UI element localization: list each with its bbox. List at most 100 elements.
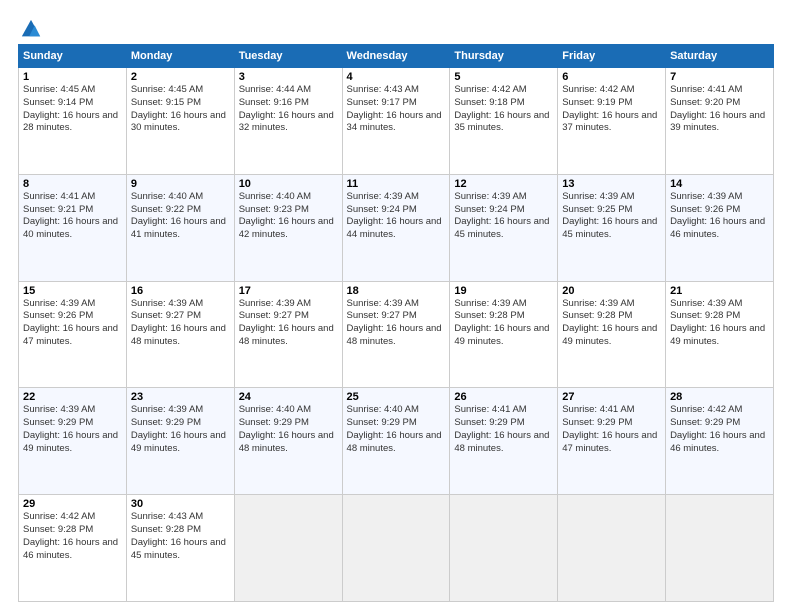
day-number: 1 xyxy=(23,71,122,83)
sunrise-label: Sunrise: 4:40 AM xyxy=(131,191,203,202)
day-number: 6 xyxy=(562,71,661,83)
weekday-header-friday: Friday xyxy=(558,45,666,68)
sunset-label: Sunset: 9:28 PM xyxy=(454,310,524,321)
day-info: Sunrise: 4:40 AM Sunset: 9:23 PM Dayligh… xyxy=(239,191,338,242)
daylight-label: Daylight: 16 hours and 32 minutes. xyxy=(239,110,334,134)
daylight-label: Daylight: 16 hours and 48 minutes. xyxy=(239,430,334,454)
calendar-day-cell xyxy=(450,495,558,602)
day-number: 11 xyxy=(347,178,446,190)
day-info: Sunrise: 4:39 AM Sunset: 9:28 PM Dayligh… xyxy=(454,298,553,349)
day-info: Sunrise: 4:41 AM Sunset: 9:21 PM Dayligh… xyxy=(23,191,122,242)
day-number: 29 xyxy=(23,498,122,510)
day-number: 5 xyxy=(454,71,553,83)
calendar-day-cell xyxy=(342,495,450,602)
day-info: Sunrise: 4:39 AM Sunset: 9:29 PM Dayligh… xyxy=(23,404,122,455)
calendar-day-cell: 12 Sunrise: 4:39 AM Sunset: 9:24 PM Dayl… xyxy=(450,174,558,281)
sunrise-label: Sunrise: 4:40 AM xyxy=(347,404,419,415)
sunrise-label: Sunrise: 4:39 AM xyxy=(347,191,419,202)
sunset-label: Sunset: 9:29 PM xyxy=(562,417,632,428)
day-number: 2 xyxy=(131,71,230,83)
calendar-day-cell: 18 Sunrise: 4:39 AM Sunset: 9:27 PM Dayl… xyxy=(342,281,450,388)
calendar-day-cell: 9 Sunrise: 4:40 AM Sunset: 9:22 PM Dayli… xyxy=(126,174,234,281)
day-info: Sunrise: 4:42 AM Sunset: 9:18 PM Dayligh… xyxy=(454,84,553,135)
day-number: 30 xyxy=(131,498,230,510)
calendar-day-cell xyxy=(666,495,774,602)
day-info: Sunrise: 4:39 AM Sunset: 9:28 PM Dayligh… xyxy=(670,298,769,349)
day-number: 28 xyxy=(670,391,769,403)
sunset-label: Sunset: 9:29 PM xyxy=(454,417,524,428)
sunrise-label: Sunrise: 4:40 AM xyxy=(239,404,311,415)
sunset-label: Sunset: 9:18 PM xyxy=(454,97,524,108)
daylight-label: Daylight: 16 hours and 49 minutes. xyxy=(23,430,118,454)
day-info: Sunrise: 4:40 AM Sunset: 9:29 PM Dayligh… xyxy=(347,404,446,455)
weekday-header-wednesday: Wednesday xyxy=(342,45,450,68)
sunrise-label: Sunrise: 4:39 AM xyxy=(562,298,634,309)
day-number: 25 xyxy=(347,391,446,403)
sunrise-label: Sunrise: 4:43 AM xyxy=(347,84,419,95)
daylight-label: Daylight: 16 hours and 46 minutes. xyxy=(670,216,765,240)
sunset-label: Sunset: 9:29 PM xyxy=(239,417,309,428)
day-info: Sunrise: 4:39 AM Sunset: 9:24 PM Dayligh… xyxy=(454,191,553,242)
sunrise-label: Sunrise: 4:41 AM xyxy=(670,84,742,95)
day-number: 4 xyxy=(347,71,446,83)
daylight-label: Daylight: 16 hours and 48 minutes. xyxy=(454,430,549,454)
day-info: Sunrise: 4:40 AM Sunset: 9:29 PM Dayligh… xyxy=(239,404,338,455)
day-number: 13 xyxy=(562,178,661,190)
sunrise-label: Sunrise: 4:40 AM xyxy=(239,191,311,202)
daylight-label: Daylight: 16 hours and 49 minutes. xyxy=(454,323,549,347)
daylight-label: Daylight: 16 hours and 49 minutes. xyxy=(670,323,765,347)
weekday-header-sunday: Sunday xyxy=(19,45,127,68)
day-number: 8 xyxy=(23,178,122,190)
day-info: Sunrise: 4:42 AM Sunset: 9:28 PM Dayligh… xyxy=(23,511,122,562)
calendar-day-cell: 11 Sunrise: 4:39 AM Sunset: 9:24 PM Dayl… xyxy=(342,174,450,281)
sunrise-label: Sunrise: 4:39 AM xyxy=(347,298,419,309)
calendar-day-cell: 10 Sunrise: 4:40 AM Sunset: 9:23 PM Dayl… xyxy=(234,174,342,281)
sunrise-label: Sunrise: 4:43 AM xyxy=(131,511,203,522)
calendar-day-cell: 4 Sunrise: 4:43 AM Sunset: 9:17 PM Dayli… xyxy=(342,68,450,175)
daylight-label: Daylight: 16 hours and 48 minutes. xyxy=(347,323,442,347)
calendar-day-cell: 6 Sunrise: 4:42 AM Sunset: 9:19 PM Dayli… xyxy=(558,68,666,175)
sunrise-label: Sunrise: 4:39 AM xyxy=(562,191,634,202)
day-info: Sunrise: 4:41 AM Sunset: 9:20 PM Dayligh… xyxy=(670,84,769,135)
sunrise-label: Sunrise: 4:39 AM xyxy=(23,404,95,415)
sunrise-label: Sunrise: 4:39 AM xyxy=(239,298,311,309)
day-number: 24 xyxy=(239,391,338,403)
calendar-header-row: SundayMondayTuesdayWednesdayThursdayFrid… xyxy=(19,45,774,68)
calendar-day-cell: 28 Sunrise: 4:42 AM Sunset: 9:29 PM Dayl… xyxy=(666,388,774,495)
day-number: 18 xyxy=(347,285,446,297)
calendar-day-cell: 21 Sunrise: 4:39 AM Sunset: 9:28 PM Dayl… xyxy=(666,281,774,388)
sunrise-label: Sunrise: 4:45 AM xyxy=(131,84,203,95)
sunset-label: Sunset: 9:21 PM xyxy=(23,204,93,215)
calendar-day-cell xyxy=(558,495,666,602)
day-number: 12 xyxy=(454,178,553,190)
sunset-label: Sunset: 9:29 PM xyxy=(347,417,417,428)
daylight-label: Daylight: 16 hours and 46 minutes. xyxy=(23,537,118,561)
sunrise-label: Sunrise: 4:44 AM xyxy=(239,84,311,95)
calendar-day-cell: 13 Sunrise: 4:39 AM Sunset: 9:25 PM Dayl… xyxy=(558,174,666,281)
sunset-label: Sunset: 9:25 PM xyxy=(562,204,632,215)
calendar-day-cell: 8 Sunrise: 4:41 AM Sunset: 9:21 PM Dayli… xyxy=(19,174,127,281)
sunrise-label: Sunrise: 4:42 AM xyxy=(23,511,95,522)
calendar-day-cell: 27 Sunrise: 4:41 AM Sunset: 9:29 PM Dayl… xyxy=(558,388,666,495)
daylight-label: Daylight: 16 hours and 48 minutes. xyxy=(131,323,226,347)
day-info: Sunrise: 4:42 AM Sunset: 9:29 PM Dayligh… xyxy=(670,404,769,455)
daylight-label: Daylight: 16 hours and 41 minutes. xyxy=(131,216,226,240)
daylight-label: Daylight: 16 hours and 28 minutes. xyxy=(23,110,118,134)
day-info: Sunrise: 4:39 AM Sunset: 9:25 PM Dayligh… xyxy=(562,191,661,242)
day-number: 23 xyxy=(131,391,230,403)
daylight-label: Daylight: 16 hours and 49 minutes. xyxy=(131,430,226,454)
daylight-label: Daylight: 16 hours and 45 minutes. xyxy=(131,537,226,561)
sunset-label: Sunset: 9:24 PM xyxy=(454,204,524,215)
weekday-header-monday: Monday xyxy=(126,45,234,68)
day-number: 20 xyxy=(562,285,661,297)
sunset-label: Sunset: 9:27 PM xyxy=(347,310,417,321)
calendar-week-row: 15 Sunrise: 4:39 AM Sunset: 9:26 PM Dayl… xyxy=(19,281,774,388)
day-info: Sunrise: 4:45 AM Sunset: 9:15 PM Dayligh… xyxy=(131,84,230,135)
calendar-day-cell: 30 Sunrise: 4:43 AM Sunset: 9:28 PM Dayl… xyxy=(126,495,234,602)
header xyxy=(18,18,774,36)
sunrise-label: Sunrise: 4:41 AM xyxy=(562,404,634,415)
day-info: Sunrise: 4:39 AM Sunset: 9:26 PM Dayligh… xyxy=(670,191,769,242)
sunset-label: Sunset: 9:17 PM xyxy=(347,97,417,108)
sunset-label: Sunset: 9:29 PM xyxy=(131,417,201,428)
day-number: 14 xyxy=(670,178,769,190)
